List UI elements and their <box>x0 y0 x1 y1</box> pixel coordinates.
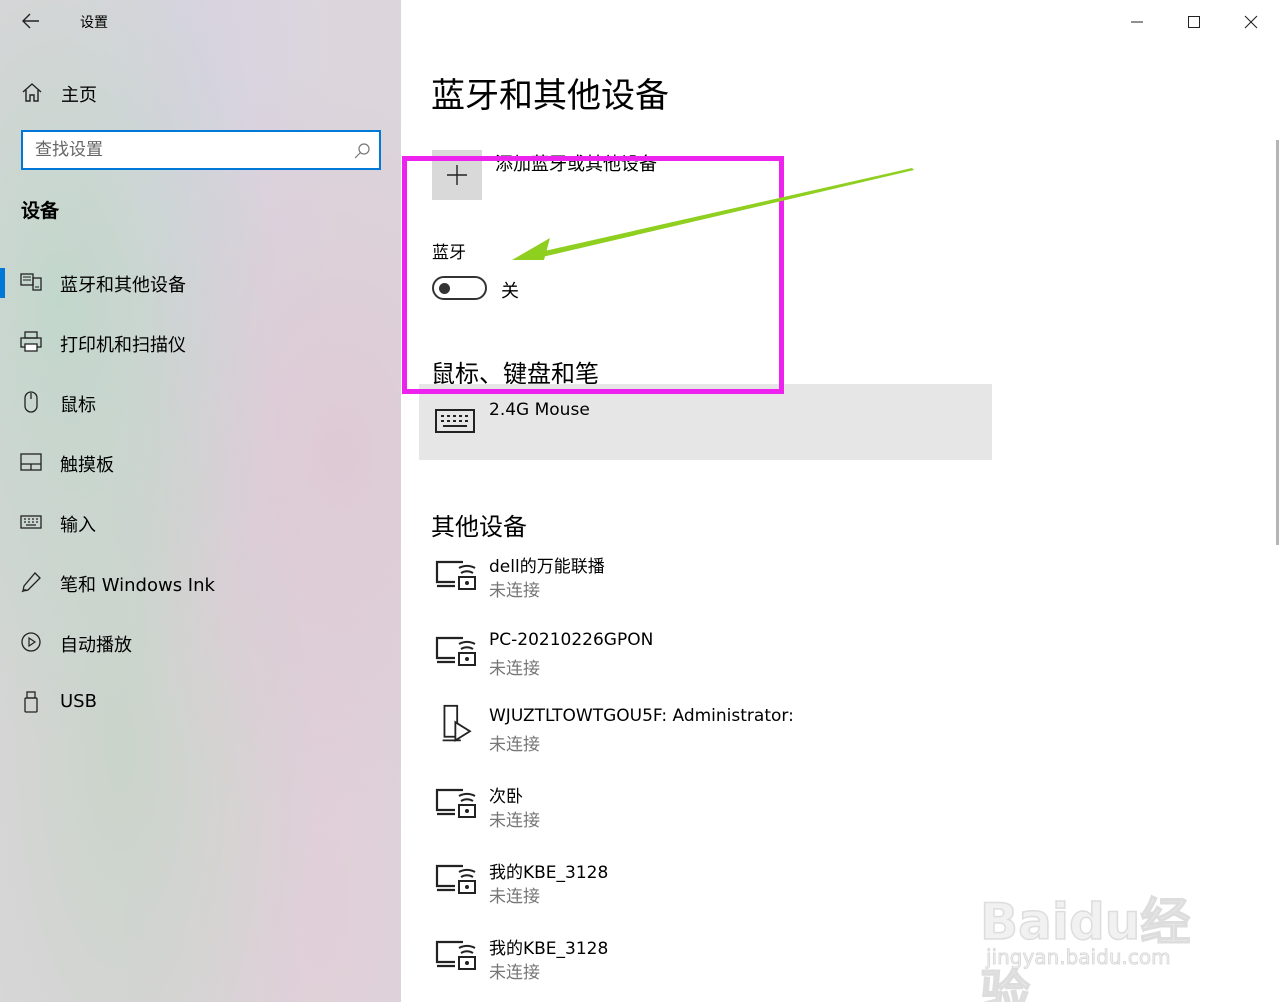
content-pane: 蓝牙和其他设备 添加蓝牙或其他设备 蓝牙 关 鼠标、键盘和笔 2.4G Mous… <box>401 0 1282 1002</box>
pen-icon <box>21 572 41 593</box>
sidebar-item-label: 自动播放 <box>60 635 132 656</box>
sidebar-item-usb[interactable]: USB <box>0 680 401 724</box>
close-icon <box>1244 15 1258 29</box>
watermark-logo-text: Baidu经验 <box>979 892 1191 1002</box>
device-status: 未连接 <box>489 735 540 755</box>
other-section-title: 其他设备 <box>431 513 527 541</box>
device-status: 未连接 <box>489 581 540 601</box>
keyboard-icon <box>20 515 42 529</box>
list-item[interactable]: WJUZTLTOWTGOU5F: Administrator: 未连接 <box>401 700 1001 760</box>
sidebar-item-pen[interactable]: 笔和 Windows Ink <box>0 560 401 604</box>
home-icon <box>22 83 42 102</box>
sidebar-item-touchpad[interactable]: 触摸板 <box>0 440 401 484</box>
maximize-button[interactable] <box>1180 8 1208 36</box>
sidebar-item-label: 笔和 Windows Ink <box>60 575 215 596</box>
printer-icon <box>20 331 42 352</box>
device-name: 次卧 <box>489 787 523 807</box>
sidebar-item-label: 打印机和扫描仪 <box>60 335 186 356</box>
search-icon[interactable] <box>353 142 371 160</box>
device-card[interactable]: 2.4G Mouse <box>419 384 992 460</box>
nav-home[interactable]: 主页 <box>0 72 401 112</box>
device-name: PC-20210226GPON <box>489 630 654 650</box>
device-name: dell的万能联播 <box>489 557 605 577</box>
device-status: 未连接 <box>489 659 540 679</box>
media-device-icon <box>435 864 476 894</box>
sidebar-item-label: 蓝牙和其他设备 <box>60 275 186 296</box>
device-status: 未连接 <box>489 811 540 831</box>
media-device-icon <box>435 788 476 818</box>
sidebar-item-label: 触摸板 <box>60 455 114 476</box>
annotation-arrow-icon <box>512 168 914 260</box>
minimize-icon <box>1131 21 1143 23</box>
sidebar-item-label: 输入 <box>60 515 96 536</box>
media-device-icon <box>435 636 476 666</box>
sidebar-item-mouse[interactable]: 鼠标 <box>0 380 401 424</box>
media-device-icon <box>435 560 476 590</box>
media-device-icon <box>435 940 476 970</box>
list-item[interactable]: dell的万能联播 未连接 <box>401 548 1001 608</box>
device-name: WJUZTLTOWTGOU5F: Administrator: <box>489 706 794 726</box>
minimize-button[interactable] <box>1123 8 1151 36</box>
usb-icon <box>24 691 38 713</box>
list-item[interactable]: 我的KBE_3128 未连接 <box>401 852 1001 912</box>
device-name: 我的KBE_3128 <box>489 863 609 883</box>
device-status: 未连接 <box>489 887 540 907</box>
device-status: 未连接 <box>489 963 540 983</box>
sidebar-item-label: USB <box>60 691 97 712</box>
touchpad-icon <box>20 453 42 471</box>
watermark-url: jingyan.baidu.com <box>986 945 1171 970</box>
list-item[interactable]: 次卧 未连接 <box>401 776 1001 836</box>
sidebar-item-label: 鼠标 <box>60 395 96 416</box>
keyboard-icon <box>435 409 475 433</box>
close-button[interactable] <box>1237 8 1265 36</box>
settings-sidebar: 设置 主页 设备 蓝牙和其他设备 打印机和扫描仪 鼠标 触摸板 输入 笔和 Wi… <box>0 0 401 1002</box>
section-title: 设备 <box>21 200 60 222</box>
autoplay-icon <box>21 632 41 652</box>
page-title: 蓝牙和其他设备 <box>431 76 669 116</box>
scrollbar[interactable] <box>1276 140 1279 545</box>
list-item[interactable]: PC-20210226GPON 未连接 <box>401 624 1001 684</box>
window-title: 设置 <box>80 15 108 31</box>
mouse-icon <box>24 391 38 413</box>
sidebar-item-typing[interactable]: 输入 <box>0 500 401 544</box>
sidebar-item-bluetooth[interactable]: 蓝牙和其他设备 <box>0 260 401 304</box>
bluetooth-devices-icon <box>20 273 42 291</box>
back-arrow-icon <box>22 13 39 29</box>
back-button[interactable] <box>14 6 48 36</box>
media-player-icon <box>442 704 472 743</box>
device-name: 2.4G Mouse <box>489 400 590 420</box>
list-item[interactable]: 我的KBE_3128 未连接 <box>401 928 1001 988</box>
sidebar-item-autoplay[interactable]: 自动播放 <box>0 620 401 664</box>
maximize-icon <box>1188 16 1200 28</box>
search-input[interactable] <box>35 138 335 162</box>
nav-home-label: 主页 <box>61 85 97 106</box>
device-name: 我的KBE_3128 <box>489 939 609 959</box>
baidu-watermark: Baidu经验 jingyan.baidu.com <box>979 860 1220 1002</box>
sidebar-item-printers[interactable]: 打印机和扫描仪 <box>0 320 401 364</box>
search-box[interactable] <box>21 130 381 170</box>
